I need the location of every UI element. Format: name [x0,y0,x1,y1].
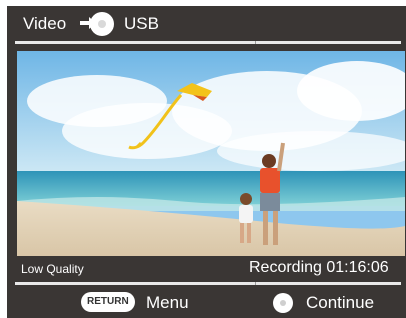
status-bar: Low Quality Recording 01:16:06 [7,256,406,280]
destination-label: USB [124,14,159,33]
header: Video USB [7,6,406,40]
video-frame-image [17,51,405,256]
recording-timer: Recording 01:16:06 [249,259,389,276]
divider-segment [255,282,256,285]
quality-label: Low Quality [21,262,84,276]
disc-icon [90,12,114,36]
video-preview [17,51,405,256]
menu-label: Menu [146,293,189,312]
continue-label: Continue [306,293,375,312]
top-divider-bar [15,41,401,44]
footer: RETURN Menu Continue [7,288,406,318]
source-label: Video [23,14,67,33]
return-button[interactable]: RETURN [81,292,135,312]
continue-button[interactable] [273,293,293,313]
divider-segment [255,41,256,44]
recording-screen: Video USB Low Quality Recording 01:16:06… [7,6,406,318]
bottom-divider-bar [15,282,401,285]
